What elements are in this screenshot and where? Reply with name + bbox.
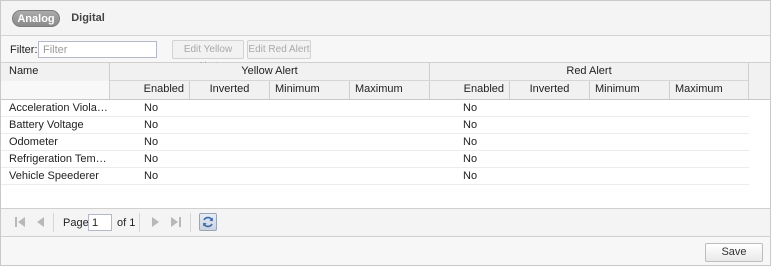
save-button[interactable]: Save (705, 243, 763, 262)
row-red-enabled: No (463, 119, 478, 131)
column-header-name-spacer (1, 81, 110, 99)
page-number-input[interactable] (88, 214, 112, 231)
row-yellow-enabled: No (144, 119, 159, 131)
row-red-enabled: No (463, 136, 478, 148)
edit-yellow-alert-button[interactable]: Edit Yellow Alert (172, 40, 244, 72)
edit-red-alert-button[interactable]: Edit Red Alert (247, 40, 311, 59)
column-header-yellow-enabled[interactable]: Enabled (110, 81, 190, 99)
next-page-icon[interactable] (148, 215, 162, 229)
table-row[interactable]: Refrigeration Tempera... No No (1, 151, 749, 168)
row-red-enabled: No (463, 102, 478, 114)
row-name: Refrigeration Tempera... (9, 153, 109, 165)
row-name: Vehicle Speederer (9, 170, 99, 182)
paging-toolbar: Page of 1 (1, 208, 770, 237)
column-group-red-alert: Red Alert (430, 63, 749, 81)
pager-separator (53, 213, 54, 232)
column-group-yellow-alert: Yellow Alert (110, 63, 430, 81)
alert-settings-panel: Analog Digital Filter: Edit Yellow Alert… (0, 0, 771, 266)
column-header-red-inverted[interactable]: Inverted (510, 81, 590, 99)
filter-label: Filter: (10, 44, 38, 56)
row-yellow-enabled: No (144, 153, 159, 165)
column-header-red-minimum[interactable]: Minimum (590, 81, 670, 99)
pager-separator (190, 213, 191, 232)
tab-analog[interactable]: Analog (12, 10, 60, 27)
column-header-red-enabled[interactable]: Enabled (430, 81, 510, 99)
row-red-enabled: No (463, 153, 478, 165)
tab-bar: Analog Digital (1, 1, 770, 36)
column-header-name[interactable]: Name (1, 63, 110, 81)
grid-header: Name Yellow Alert Red Alert Enabled Inve… (1, 63, 770, 100)
row-yellow-enabled: No (144, 170, 159, 182)
previous-page-icon[interactable] (34, 215, 48, 229)
row-yellow-enabled: No (144, 102, 159, 114)
row-name: Acceleration Violations (9, 102, 109, 114)
row-yellow-enabled: No (144, 136, 159, 148)
column-header-yellow-maximum[interactable]: Maximum (350, 81, 430, 99)
table-row[interactable]: Acceleration Violations No No (1, 100, 749, 117)
pager-separator (139, 213, 140, 232)
column-header-red-maximum[interactable]: Maximum (670, 81, 749, 99)
filter-input[interactable] (38, 41, 157, 58)
page-count-label: of 1 (117, 217, 136, 229)
page-label: Page (63, 217, 89, 229)
first-page-icon[interactable] (13, 215, 27, 229)
filter-toolbar: Filter: Edit Yellow Alert Edit Red Alert (1, 36, 770, 72)
row-red-enabled: No (463, 170, 478, 182)
table-row[interactable]: Odometer No No (1, 134, 749, 151)
row-name: Battery Voltage (9, 119, 84, 131)
grid-body: Acceleration Violations No No Battery Vo… (1, 100, 770, 208)
table-row[interactable]: Battery Voltage No No (1, 117, 749, 134)
footer-bar: Save (1, 237, 770, 265)
refresh-icon[interactable] (199, 213, 217, 231)
column-header-yellow-minimum[interactable]: Minimum (270, 81, 350, 99)
row-name: Odometer (9, 136, 58, 148)
column-header-yellow-inverted[interactable]: Inverted (190, 81, 270, 99)
table-row[interactable]: Vehicle Speederer No No (1, 168, 749, 185)
tab-digital[interactable]: Digital (69, 10, 107, 27)
last-page-icon[interactable] (169, 215, 183, 229)
